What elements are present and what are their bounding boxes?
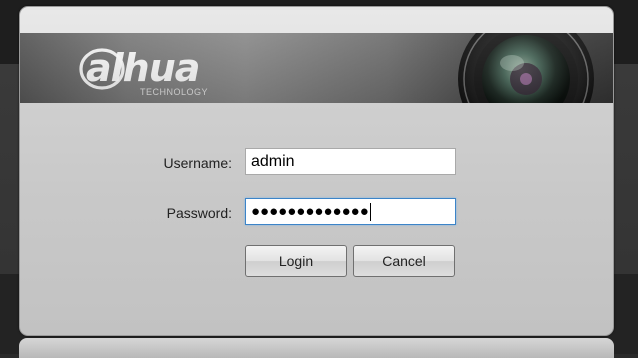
- cancel-button[interactable]: Cancel: [353, 245, 455, 277]
- password-label: Password:: [166, 205, 232, 221]
- login-dialog: alhua TECHNOLOGY Username: admin Passwor…: [19, 6, 614, 336]
- username-label: Username:: [163, 155, 232, 171]
- password-masked-value: ●●●●●●●●●●●●●: [251, 203, 369, 220]
- dahua-logo: alhua TECHNOLOGY: [79, 46, 208, 97]
- camera-lens-icon: [458, 33, 594, 103]
- logo-subtext: TECHNOLOGY: [140, 87, 208, 97]
- password-input[interactable]: ●●●●●●●●●●●●●: [245, 198, 456, 225]
- brand-banner: alhua TECHNOLOGY: [20, 33, 613, 103]
- username-input[interactable]: [245, 148, 456, 175]
- login-button[interactable]: Login: [245, 245, 347, 277]
- background-panel-edge: [19, 338, 614, 358]
- text-caret: [369, 202, 371, 221]
- logo-wordmark: alhua: [86, 46, 199, 90]
